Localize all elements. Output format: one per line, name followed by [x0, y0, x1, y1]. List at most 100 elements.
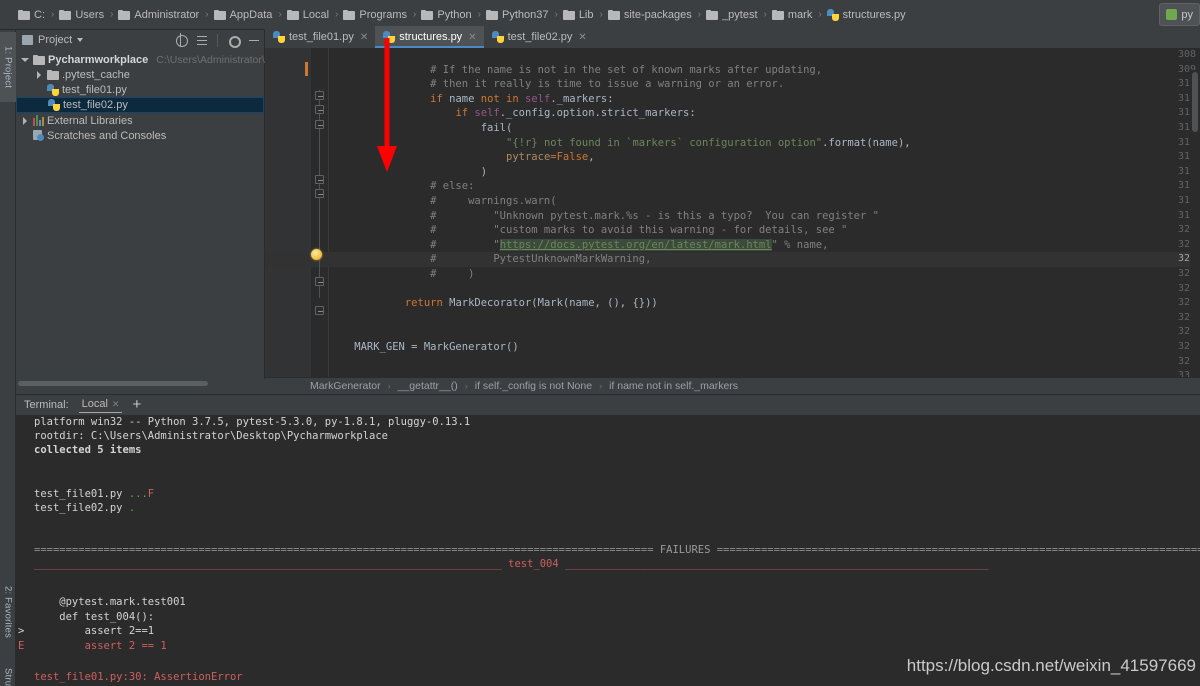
fold-marker[interactable]	[315, 105, 324, 114]
intention-bulb-icon[interactable]	[311, 249, 322, 260]
terminal-text: ========================================…	[34, 544, 654, 556]
hide-icon[interactable]	[248, 34, 260, 46]
pycharm-window: C: › Users › Administrator › AppData › Local › Pro…	[0, 0, 1200, 686]
library-icon	[33, 115, 44, 126]
terminal-line: ========================================…	[34, 543, 1200, 558]
python-file-icon	[47, 83, 59, 96]
code-token: MARK_GEN = MarkGenerator()	[329, 341, 519, 353]
close-icon[interactable]: ✕	[112, 399, 120, 410]
breadcrumb-separator: ›	[599, 9, 603, 20]
terminal-text: platform win32 -- Python 3.7.5, pytest-5…	[34, 416, 471, 428]
fold-marker[interactable]	[315, 91, 324, 100]
tree-item-pytest_cache[interactable]: .pytest_cache	[16, 67, 264, 82]
breadcrumb-separator: ›	[818, 9, 822, 20]
terminal-line: collected 5 items	[34, 443, 141, 458]
code-editor[interactable]: 308 309 310 311 312 313 314 315 316 317 318 319 320 3…	[265, 48, 1200, 410]
close-icon[interactable]: ✕	[576, 32, 586, 43]
tree-item-test_file01py[interactable]: test_file01.py	[16, 82, 264, 97]
chevron-down-icon[interactable]	[77, 38, 84, 42]
editor-scrollbar[interactable]	[1190, 70, 1200, 410]
favorites-tab-label: 2: Favorites	[2, 585, 14, 639]
python-file-icon	[491, 31, 504, 43]
tree-item-label: test_file01.py	[62, 83, 127, 96]
terminal-text: test_file02.py	[34, 502, 129, 514]
terminal-text: test_004	[501, 558, 566, 570]
terminal-text: FAILURES	[653, 544, 717, 556]
project-panel: Project Pycharmworkplace C:\Users\Adminis…	[16, 30, 297, 388]
code-line: "{!r} not found in `markers` configurati…	[329, 136, 911, 151]
folder-icon	[706, 9, 719, 20]
tree-item-pycharmworkplace[interactable]: Pycharmworkplace C:\Users\Administrator\D…	[16, 52, 297, 67]
breadcrumb-label: Python37	[501, 8, 549, 21]
code-token: # If the name is not in the set of known…	[329, 63, 823, 76]
code-line: # else:	[329, 179, 474, 194]
breadcrumb-item-administrator[interactable]: Administrator	[118, 0, 199, 30]
editor-tab-test_file02py[interactable]: test_file02.py ✕	[484, 26, 594, 48]
project-horizontal-scrollbar[interactable]	[16, 379, 265, 388]
tree-item-scratchesandconsoles[interactable]: Scratches and Consoles	[16, 128, 264, 143]
tree-item-label: test_file02.py	[63, 99, 128, 111]
folder-icon	[771, 9, 784, 20]
tree-item-externallibraries[interactable]: External Libraries	[16, 113, 264, 128]
chevron-down-icon[interactable]	[20, 57, 30, 62]
folder-icon	[18, 9, 30, 20]
breadcrumb-label: mark	[787, 8, 813, 21]
code-line: # "custom marks to avoid this warning - …	[329, 223, 847, 238]
breadcrumb-item-users[interactable]: Users	[59, 0, 104, 30]
code-breadcrumb-item[interactable]: if self._config is not None	[475, 380, 592, 392]
sidebar-item-structure[interactable]: Structure	[0, 660, 16, 686]
run-configuration-widget[interactable]: py	[1159, 3, 1200, 26]
sidebar-item-favorites[interactable]: 2: Favorites	[0, 575, 16, 649]
code-line: return MarkDecorator(Mark(name, (), {}))	[329, 296, 658, 311]
collapse-all-icon[interactable]	[196, 34, 208, 46]
code-line: # "https://docs.pytest.org/en/latest/mar…	[329, 238, 828, 253]
scrollbar-thumb[interactable]	[18, 381, 208, 386]
code-token: )	[329, 165, 488, 178]
close-icon[interactable]: ✕	[466, 32, 476, 43]
folder-icon	[607, 9, 620, 20]
scrollbar-thumb[interactable]	[1192, 72, 1198, 132]
code-breadcrumb-item[interactable]: MarkGenerator	[310, 380, 381, 392]
code-line: # warnings.warn(	[329, 194, 556, 209]
fold-marker[interactable]	[315, 120, 324, 129]
project-panel-header: Project	[16, 30, 264, 50]
tree-item-test_file02py[interactable]: test_file02.py	[16, 97, 264, 113]
terminal-line: platform win32 -- Python 3.7.5, pytest-5…	[34, 415, 470, 430]
code-line: # PytestUnknownMarkWarning,	[329, 252, 651, 267]
traceback-marker: >	[18, 625, 25, 638]
breadcrumb-item-appdata[interactable]: AppData	[213, 0, 272, 30]
breadcrumb-label: Lib	[578, 8, 594, 21]
terminal-tab-local[interactable]: Local ✕	[78, 398, 123, 413]
fold-marker[interactable]	[315, 306, 324, 315]
chevron-right-icon[interactable]	[20, 116, 30, 125]
terminal-line: rootdir: C:\Users\Administrator\Desktop\…	[34, 429, 388, 444]
sidebar-item-project[interactable]: 1: Project	[0, 32, 16, 102]
terminal-output[interactable]: platform win32 -- Python 3.7.5, pytest-5…	[16, 415, 1200, 686]
changed-line-marker	[305, 62, 308, 76]
fold-marker[interactable]	[315, 277, 324, 286]
terminal-line: test_file01.py ...F	[34, 487, 154, 502]
code-link[interactable]: https://docs.pytest.org/en/latest/mark.h…	[499, 238, 772, 251]
add-terminal-button[interactable]: +	[132, 397, 141, 414]
chevron-right-icon[interactable]	[34, 70, 44, 79]
folder-icon	[118, 9, 131, 20]
terminal-text: ________________________________________…	[34, 558, 502, 570]
code-breadcrumb-item[interactable]: __getattr__()	[398, 380, 458, 392]
breadcrumb-label: Users	[75, 8, 105, 21]
terminal-header: Terminal: Local ✕ +	[16, 395, 1200, 415]
close-icon[interactable]: ✕	[358, 32, 368, 43]
code-breadcrumb-item[interactable]: if name not in self._markers	[609, 380, 738, 392]
breadcrumb-item-c[interactable]: C:	[18, 0, 45, 30]
locate-icon[interactable]	[175, 33, 188, 47]
code-line: )	[329, 165, 487, 180]
code-token: fail(	[329, 122, 513, 134]
fold-marker[interactable]	[315, 189, 324, 198]
settings-icon[interactable]	[227, 34, 241, 48]
tree-item-label: External Libraries	[47, 114, 133, 127]
watermark: https://blog.csdn.net/weixin_41597669	[906, 656, 1196, 675]
terminal-text: .	[128, 502, 136, 514]
fold-marker[interactable]	[315, 175, 324, 184]
terminal-title: Terminal:	[24, 399, 69, 411]
editor-tab-test_file01py[interactable]: test_file01.py ✕	[265, 26, 375, 48]
